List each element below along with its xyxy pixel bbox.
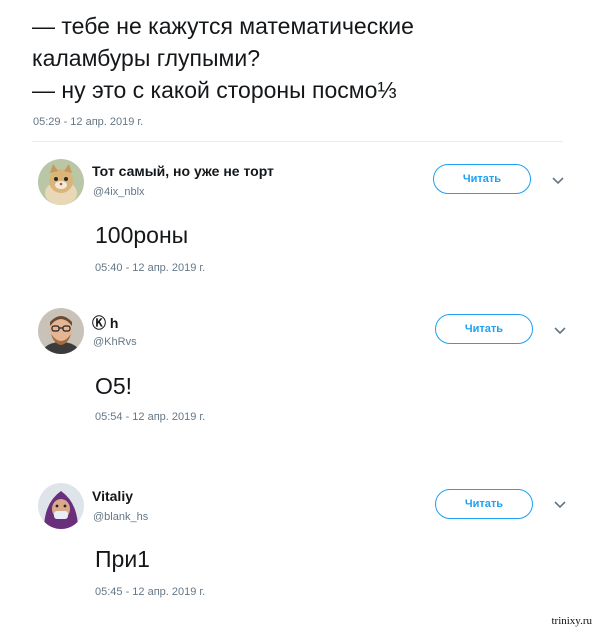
follow-button[interactable]: Читать [435, 314, 533, 344]
hooded-avatar-icon[interactable] [38, 483, 84, 529]
chevron-down-icon[interactable] [553, 500, 567, 510]
main-tweet-line: — тебе не кажутся математические [32, 13, 414, 39]
author-handle[interactable]: @KhRvs [93, 336, 137, 348]
reply-text: 100роны [95, 222, 189, 248]
author-name[interactable]: Ⓚ h [92, 313, 118, 333]
reply-text: O5! [95, 373, 133, 399]
author-name[interactable]: Vitaliy [92, 488, 133, 504]
main-tweet: — тебе не кажутся математические каламбу… [32, 10, 572, 106]
follow-button[interactable]: Читать [433, 164, 531, 194]
follow-button[interactable]: Читать [435, 489, 533, 519]
reply-tweet: Ⓚ h @KhRvs Читать O5! 05:54 - 12 апр. 20… [0, 305, 600, 445]
reply-timestamp[interactable]: 05:45 - 12 апр. 2019 г. [95, 586, 205, 598]
man-avatar-icon[interactable] [38, 308, 84, 354]
author-handle[interactable]: @blank_hs [93, 511, 148, 523]
reply-timestamp[interactable]: 05:40 - 12 апр. 2019 г. [95, 262, 205, 274]
chevron-down-icon[interactable] [551, 176, 565, 186]
main-tweet-timestamp[interactable]: 05:29 - 12 апр. 2019 г. [33, 116, 143, 128]
reply-tweet: Vitaliy @blank_hs Читать При1 05:45 - 12… [0, 480, 600, 620]
reply-tweet: Тот самый, но уже не торт @4ix_nblx Чита… [0, 155, 600, 295]
author-name[interactable]: Тот самый, но уже не торт [92, 163, 274, 179]
watermark: trinixy.ru [551, 615, 592, 627]
chevron-down-icon[interactable] [553, 326, 567, 336]
main-tweet-line: — ну это с какой стороны посмо⅓ [32, 77, 397, 103]
author-handle[interactable]: @4ix_nblx [93, 186, 145, 198]
reply-timestamp[interactable]: 05:54 - 12 апр. 2019 г. [95, 411, 205, 423]
divider [32, 141, 563, 142]
main-tweet-line: каламбуры глупыми? [32, 45, 260, 71]
cat-avatar-icon[interactable] [38, 159, 84, 205]
reply-text: При1 [95, 546, 150, 572]
